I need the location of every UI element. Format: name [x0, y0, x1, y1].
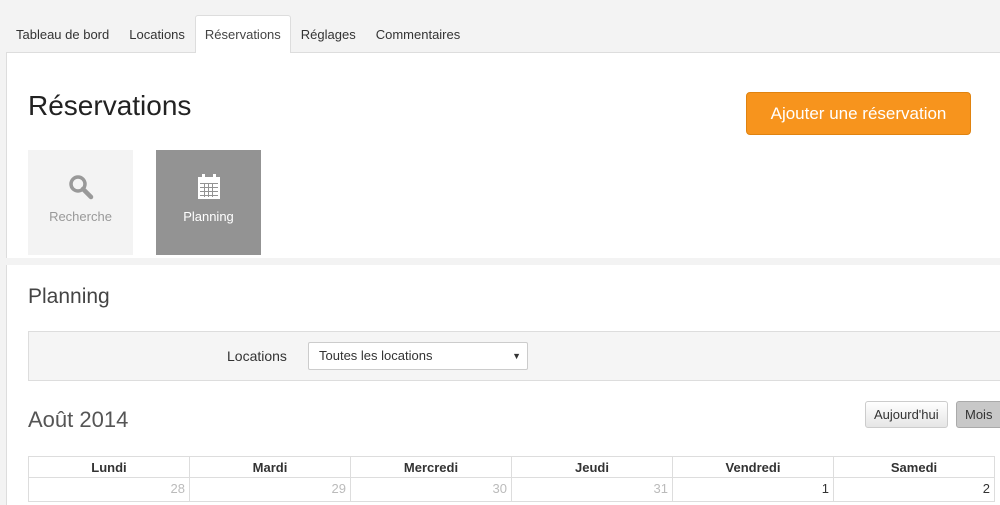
tab-comments[interactable]: Commentaires [366, 15, 471, 53]
search-icon [68, 175, 93, 200]
dropdown-arrow-icon: ▼ [512, 351, 521, 361]
day-header: Jeudi [511, 456, 673, 478]
day-header: Samedi [833, 456, 995, 478]
tab-reservations[interactable]: Réservations [194, 15, 291, 53]
search-tile-label: Recherche [49, 209, 112, 224]
planning-tile-label: Planning [183, 209, 234, 224]
locations-label: Locations [227, 348, 287, 364]
filter-bar: Locations Toutes les locations ▼ [28, 331, 1000, 381]
day-cell[interactable]: 2 [833, 477, 995, 502]
add-reservation-button[interactable]: Ajouter une réservation [746, 92, 971, 135]
tab-locations[interactable]: Locations [119, 15, 195, 53]
month-view-button[interactable]: Mois [956, 401, 1000, 428]
day-header: Mercredi [350, 456, 512, 478]
planning-title: Planning [28, 285, 110, 308]
today-button[interactable]: Aujourd'hui [865, 401, 948, 428]
reservations-panel: Réservations Ajouter une réservation Rec… [6, 52, 1000, 258]
page-title: Réservations [28, 90, 192, 121]
day-cell[interactable]: 31 [511, 477, 673, 502]
locations-select-value: Toutes les locations [319, 348, 433, 363]
day-cell[interactable]: 28 [28, 477, 190, 502]
day-cell[interactable]: 1 [672, 477, 834, 502]
search-tile[interactable]: Recherche [28, 150, 133, 255]
locations-select[interactable]: Toutes les locations ▼ [308, 342, 528, 370]
day-header: Mardi [189, 456, 351, 478]
day-header: Lundi [28, 456, 190, 478]
tab-dashboard[interactable]: Tableau de bord [6, 15, 119, 53]
day-header: Vendredi [672, 456, 834, 478]
tab-bar: Tableau de bord Locations Réservations R… [6, 15, 470, 53]
calendar-icon [197, 174, 220, 199]
day-cell[interactable]: 29 [189, 477, 351, 502]
calendar-grid: Lundi Mardi Mercredi Jeudi Vendredi Same… [28, 456, 995, 502]
planning-panel: Planning Locations Toutes les locations ▼… [6, 265, 1000, 505]
tab-settings[interactable]: Réglages [291, 15, 366, 53]
planning-tile[interactable]: Planning [156, 150, 261, 255]
day-cell[interactable]: 30 [350, 477, 512, 502]
calendar-month-title: Août 2014 [28, 407, 129, 432]
